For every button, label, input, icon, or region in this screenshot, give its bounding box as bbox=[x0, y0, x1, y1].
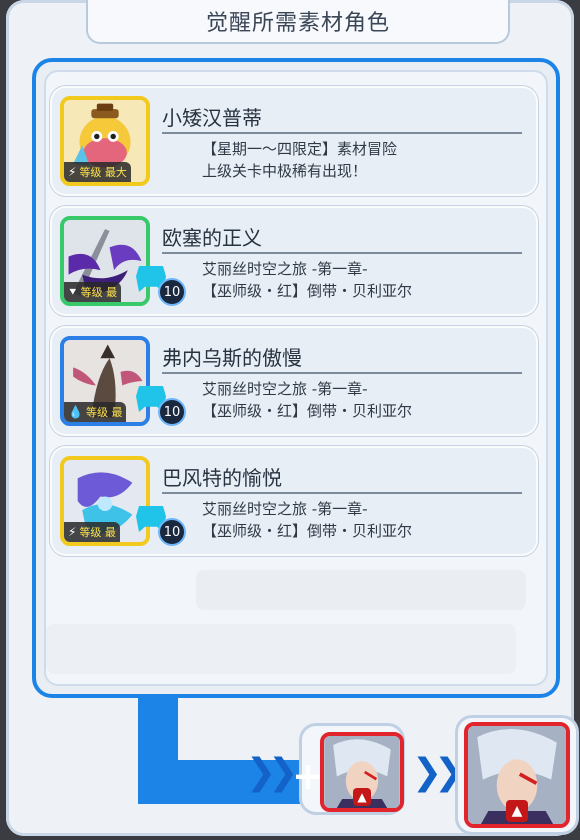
lightning-element-icon: ⚡ bbox=[68, 525, 77, 539]
awakened-character-portrait[interactable]: ▲ bbox=[464, 722, 570, 828]
level-tag: ⚡ 等级 最 bbox=[64, 522, 120, 542]
level-tag: ⯆ 等级 最 bbox=[64, 282, 122, 302]
material-card-1[interactable]: ⚡ 等级 最大 小矮汉普蒂 【星期一～四限定】素材冒险 上级关卡中极稀有出现！ bbox=[52, 88, 536, 194]
level-tag-text: 等级 最 bbox=[85, 406, 123, 419]
source-line-2: 【巫师级・红】倒带・贝利亚尔 bbox=[202, 282, 413, 300]
material-name: 小矮汉普蒂 bbox=[162, 102, 522, 134]
character-portrait[interactable]: ⚡ 等级 最大 bbox=[60, 96, 150, 186]
background-row bbox=[196, 570, 526, 610]
level-tag-text: 等级 最 bbox=[79, 526, 116, 539]
water-element-icon: 💧 bbox=[68, 405, 83, 419]
character-portrait[interactable]: ⯆ 等级 最 bbox=[60, 216, 150, 306]
source-line-2: 【巫师级・红】倒带・贝利亚尔 bbox=[202, 522, 413, 540]
level-badge: 10 bbox=[158, 398, 186, 426]
material-name: 巴风特的愉悦 bbox=[162, 462, 522, 494]
fire-element-icon: ▲ bbox=[353, 788, 371, 806]
character-portrait[interactable]: 💧 等级 最 bbox=[60, 336, 150, 426]
source-line-1: 【星期一～四限定】素材冒险 bbox=[202, 140, 398, 158]
level-badge: 10 bbox=[158, 278, 186, 306]
source-line-2: 【巫师级・红】倒带・贝利亚尔 bbox=[202, 402, 413, 420]
awaken-materials-window: 觉醒所需素材角色 ⚡ 等级 最大 小矮汉普蒂 【星期一～四限定】素材冒险 上级关… bbox=[6, 0, 576, 836]
source-line-1: 艾丽丝时空之旅 -第一章- bbox=[202, 500, 368, 518]
base-character-portrait[interactable]: ▲ bbox=[320, 732, 404, 812]
material-name: 弗内乌斯的傲慢 bbox=[162, 342, 522, 374]
level-tag: 💧 等级 最 bbox=[64, 402, 127, 422]
arrow-right-icon: ❯❯ bbox=[412, 752, 464, 793]
window-title: 觉醒所需素材角色 bbox=[86, 0, 510, 44]
arrow-right-icon: ❯❯ bbox=[246, 752, 298, 793]
material-card-4[interactable]: ⚡ 等级 最 10 巴风特的愉悦 艾丽丝时空之旅 -第一章- 【巫师级・红】倒带… bbox=[52, 448, 536, 554]
character-portrait[interactable]: ⚡ 等级 最 bbox=[60, 456, 150, 546]
level-tag-text: 等级 最 bbox=[80, 286, 118, 299]
fire-element-icon: ▲ bbox=[506, 800, 528, 822]
material-source: 艾丽丝时空之旅 -第一章- 【巫师级・红】倒带・贝利亚尔 bbox=[202, 378, 412, 422]
material-name: 欧塞的正义 bbox=[162, 222, 522, 254]
material-card-2[interactable]: ⯆ 等级 最 10 欧塞的正义 艾丽丝时空之旅 -第一章- 【巫师级・红】倒带・… bbox=[52, 208, 536, 314]
level-badge: 10 bbox=[158, 518, 186, 546]
material-source: 【星期一～四限定】素材冒险 上级关卡中极稀有出现！ bbox=[202, 138, 397, 182]
source-line-1: 艾丽丝时空之旅 -第一章- bbox=[202, 260, 368, 278]
element-icon: ⚡ bbox=[68, 165, 77, 179]
level-tag: ⚡ 等级 最大 bbox=[64, 162, 131, 182]
level-tag-text: 等级 最大 bbox=[79, 166, 127, 179]
background-row bbox=[46, 624, 516, 674]
material-source: 艾丽丝时空之旅 -第一章- 【巫师级・红】倒带・贝利亚尔 bbox=[202, 498, 412, 542]
source-line-2: 上级关卡中极稀有出现！ bbox=[202, 162, 368, 180]
source-line-1: 艾丽丝时空之旅 -第一章- bbox=[202, 380, 368, 398]
material-card-3[interactable]: 💧 等级 最 10 弗内乌斯的傲慢 艾丽丝时空之旅 -第一章- 【巫师级・红】倒… bbox=[52, 328, 536, 434]
wind-element-icon: ⯆ bbox=[68, 284, 78, 299]
material-source: 艾丽丝时空之旅 -第一章- 【巫师级・红】倒带・贝利亚尔 bbox=[202, 258, 412, 302]
